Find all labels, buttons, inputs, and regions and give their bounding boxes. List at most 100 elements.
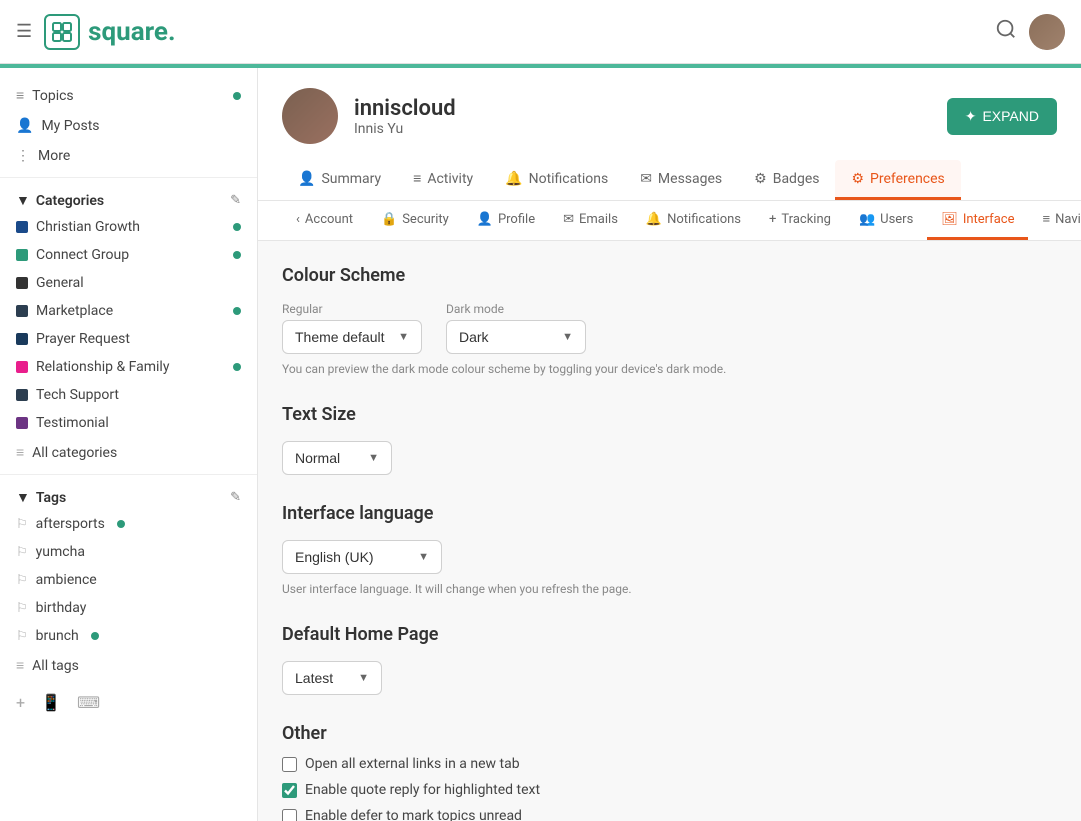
categories-edit-icon[interactable]: ✎ [230,193,241,208]
notifications-icon: 🔔 [505,171,522,187]
tag-icon-brunch: ⚐ [16,629,28,644]
categories-label[interactable]: ▼ Categories [16,192,104,209]
subtab-interface-label: Interface [963,212,1015,227]
avatar-image [282,88,338,144]
sidebar-item-all-categories[interactable]: ≡ All categories [0,437,257,468]
chevron-down-icon-tags: ▼ [16,489,30,506]
cat-activity-marketplace [233,307,241,315]
cat-label-connect-group: Connect Group [36,247,129,263]
cat-color-christian-growth [16,221,28,233]
topics-dot [233,92,241,100]
more-icon: ⋮ [16,148,30,164]
logo-icon [44,14,80,50]
tag-dot-brunch [91,632,99,640]
sub-tabs: ‹ Account 🔒 Security 👤 Profile ✉ Emails … [258,201,1081,241]
checkbox-defer-mark: Enable defer to mark topics unread [282,808,1057,821]
tracking-plus-icon: + [769,212,776,227]
expand-button[interactable]: ✦ EXPAND [947,98,1057,135]
tab-preferences[interactable]: ⚙ Preferences [835,160,960,200]
sidebar-item-tech-support[interactable]: Tech Support [0,381,257,409]
default-home-caret-icon: ▼ [358,672,369,684]
dark-mode-dropdown[interactable]: Dark ▼ [446,320,586,354]
default-home-dropdown[interactable]: Latest ▼ [282,661,382,695]
subtab-interface[interactable]: 🖼 Interface [927,201,1028,240]
tab-activity[interactable]: ≡ Activity [397,160,489,200]
summary-icon: 👤 [298,171,315,187]
topbar-left: ☰ square. [16,14,995,50]
sidebar-item-testimonial[interactable]: Testimonial [0,409,257,437]
subtab-security[interactable]: 🔒 Security [367,201,463,240]
cat-color-marketplace [16,305,28,317]
new-post-icon[interactable]: + [16,693,25,712]
sidebar-tag-yumcha[interactable]: ⚐ yumcha [0,538,257,566]
sidebar-item-connect-group[interactable]: Connect Group [0,241,257,269]
sidebar-item-all-tags[interactable]: ≡ All tags [0,650,257,681]
text-size-dropdown[interactable]: Normal ▼ [282,441,392,475]
subtab-security-label: Security [402,212,449,227]
cat-activity-connect-group [233,251,241,259]
default-home-value: Latest [295,670,333,686]
search-icon[interactable] [995,18,1017,45]
sidebar-item-myposts[interactable]: 👤 My Posts [0,111,257,141]
colour-scheme-row: Regular Theme default ▼ Dark mode Dark ▼ [282,302,1057,354]
profile-header: inniscloud Innis Yu ✦ EXPAND 👤 Summary ≡… [258,68,1081,201]
cat-label-testimonial: Testimonial [36,415,109,431]
sidebar-tag-ambience[interactable]: ⚐ ambience [0,566,257,594]
keyboard-icon[interactable]: ⌨ [77,693,100,712]
tab-badges[interactable]: ⚙ Badges [738,160,835,200]
hamburger-icon[interactable]: ☰ [16,21,32,42]
tag-dot-aftersports [117,520,125,528]
text-size-value: Normal [295,450,340,466]
subtab-users[interactable]: 👥 Users [845,201,927,240]
defer-mark-label[interactable]: Enable defer to mark topics unread [305,808,522,821]
sidebar-tag-brunch[interactable]: ⚐ brunch [0,622,257,650]
cat-label-marketplace: Marketplace [36,303,113,319]
logo[interactable]: square. [44,14,175,50]
cat-color-tech-support [16,389,28,401]
ext-links-checkbox[interactable] [282,757,297,772]
sidebar-item-more[interactable]: ⋮ More [0,141,257,171]
quote-reply-checkbox[interactable] [282,783,297,798]
defer-mark-checkbox[interactable] [282,809,297,821]
subtab-navmenu[interactable]: ≡ Navigation Menu [1028,201,1081,240]
cat-label-tech-support: Tech Support [36,387,119,403]
quote-reply-label[interactable]: Enable quote reply for highlighted text [305,782,540,798]
interface-icon: 🖼 [941,212,958,227]
mobile-icon[interactable]: 📱 [41,693,61,712]
sidebar-item-christian-growth[interactable]: Christian Growth [0,213,257,241]
regular-dropdown[interactable]: Theme default ▼ [282,320,422,354]
regular-field: Regular Theme default ▼ [282,302,422,354]
subtab-profile[interactable]: 👤 Profile [463,201,549,240]
subtab-account-label: Account [305,212,353,227]
tag-label-birthday: birthday [36,600,87,616]
tags-label[interactable]: ▼ Tags [16,489,66,506]
tab-summary[interactable]: 👤 Summary [282,160,397,200]
text-size-section: Text Size Normal ▼ [282,404,1057,475]
sidebar-item-prayer-request[interactable]: Prayer Request [0,325,257,353]
logo-text: square. [88,17,175,47]
all-tags-icon: ≡ [16,657,24,674]
subtab-tracking[interactable]: + Tracking [755,201,845,240]
layout: ≡ Topics 👤 My Posts ⋮ More ▼ Categories … [0,68,1081,821]
subtab-emails[interactable]: ✉ Emails [549,201,632,240]
sidebar-tag-aftersports[interactable]: ⚐ aftersports [0,510,257,538]
sidebar-tag-birthday[interactable]: ⚐ birthday [0,594,257,622]
sidebar-item-marketplace[interactable]: Marketplace [0,297,257,325]
tag-label-aftersports: aftersports [36,516,105,532]
sidebar-item-topics[interactable]: ≡ Topics [0,80,257,111]
cat-label-prayer-request: Prayer Request [36,331,130,347]
user-avatar[interactable] [1029,14,1065,50]
checkbox-ext-links: Open all external links in a new tab [282,756,1057,772]
sidebar-item-general[interactable]: General [0,269,257,297]
tab-messages[interactable]: ✉ Messages [624,160,738,200]
tags-edit-icon[interactable]: ✎ [230,490,241,505]
regular-value: Theme default [295,329,385,345]
sidebar-item-relationship-family[interactable]: Relationship & Family [0,353,257,381]
subtab-account[interactable]: ‹ Account [282,201,367,240]
text-size-title: Text Size [282,404,1057,425]
tab-notifications[interactable]: 🔔 Notifications [489,160,624,200]
subtab-notifications[interactable]: 🔔 Notifications [632,201,755,240]
ext-links-label[interactable]: Open all external links in a new tab [305,756,520,772]
tag-icon-ambience: ⚐ [16,573,28,588]
interface-lang-dropdown[interactable]: English (UK) ▼ [282,540,442,574]
